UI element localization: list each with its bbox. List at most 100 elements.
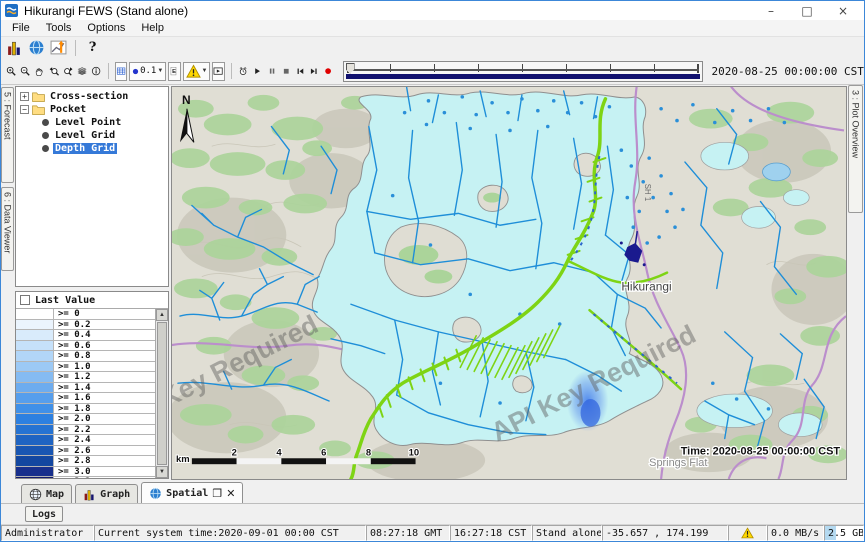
toolbar-separator: [231, 63, 232, 79]
grid-display-toggle[interactable]: [115, 62, 127, 81]
timer-button[interactable]: [237, 62, 249, 81]
layers-button[interactable]: [76, 62, 88, 81]
folder-icon: [32, 104, 45, 115]
status-gmt-time: 08:27:18 GMT: [366, 525, 450, 541]
legend-row: >= 0.6: [16, 341, 155, 352]
stop-button[interactable]: [280, 62, 292, 81]
left-shortcut-rail: 5 : Forecast 6 : Data Viewer: [1, 85, 14, 481]
road-label: SH 1: [643, 184, 652, 202]
legend-row: >= 0: [16, 309, 155, 320]
app-logo-icon: [5, 4, 18, 17]
zoom-next-button[interactable]: [62, 62, 74, 81]
pause-icon: [267, 66, 277, 76]
spatial-display-button[interactable]: [27, 38, 46, 57]
pan-button[interactable]: [33, 62, 45, 81]
timer-icon: [238, 66, 248, 76]
menu-help[interactable]: Help: [134, 21, 171, 35]
legend-row: >= 1.2: [16, 372, 155, 383]
legend-swatch: [16, 309, 54, 319]
tree-node-pocket[interactable]: − Pocket: [18, 103, 166, 116]
pause-button[interactable]: [266, 62, 278, 81]
minimize-button[interactable]: –: [764, 4, 778, 18]
bullet-icon: [42, 132, 49, 139]
record-button[interactable]: [322, 62, 334, 81]
zoom-out-button[interactable]: [19, 62, 31, 81]
expand-icon[interactable]: +: [20, 92, 29, 101]
undock-tab-icon[interactable]: ❐: [212, 487, 222, 500]
tab-forecast[interactable]: 5 : Forecast: [1, 87, 14, 183]
legend-scrollbar[interactable]: ▲ ▼: [155, 309, 168, 478]
legend-swatch: [16, 446, 54, 456]
svg-text:4: 4: [276, 446, 282, 457]
legend-swatch: [16, 372, 54, 382]
tree-node-depth-grid[interactable]: Depth Grid: [18, 142, 166, 155]
legend-row: >= 0.4: [16, 330, 155, 341]
slider-track[interactable]: [347, 69, 699, 71]
town-label: Hikurangi: [621, 279, 671, 293]
status-warning[interactable]: [728, 525, 767, 541]
map-canvas[interactable]: API Key Required API Key Required SH 1 H…: [171, 86, 847, 480]
scroll-thumb[interactable]: [157, 322, 167, 465]
close-button[interactable]: ×: [836, 4, 850, 18]
timeseries-display-button[interactable]: [49, 38, 68, 57]
status-local-time: 16:27:18 CST: [450, 525, 532, 541]
play-button[interactable]: [251, 62, 263, 81]
legend-row: >= 0.2: [16, 320, 155, 331]
menubar: File Tools Options Help: [1, 20, 864, 37]
folder-icon: [32, 91, 45, 102]
tab-plot-overview[interactable]: 3 : Plot Overview: [848, 85, 863, 213]
filters-tree: + Cross-section − Pocket Level Point Lev…: [15, 86, 169, 287]
legend-table: >= 0 >= 0.2 >= 0.4 >= 0.6 >= 0.8 >= 1.0 …: [16, 309, 155, 478]
menu-tools[interactable]: Tools: [39, 21, 79, 35]
legend-row: >= 2.0: [16, 414, 155, 425]
info-button[interactable]: [90, 62, 102, 81]
menu-file[interactable]: File: [5, 21, 37, 35]
maximize-button[interactable]: □: [800, 4, 814, 18]
skip-to-start-button[interactable]: [294, 62, 306, 81]
help-button[interactable]: ?: [83, 38, 102, 57]
legend-row: >= 2.4: [16, 435, 155, 446]
status-network: 0.0 MB/s: [767, 525, 824, 541]
legend-row: >= 2.6: [16, 446, 155, 457]
menu-options[interactable]: Options: [80, 21, 132, 35]
bar-chart-icon: [83, 488, 96, 501]
status-memory[interactable]: 2.5 GB: [824, 525, 864, 541]
tab-graph[interactable]: Graph: [75, 484, 138, 503]
labels-toggle[interactable]: E: [168, 62, 180, 81]
tab-map[interactable]: Map: [21, 484, 72, 503]
animation-button[interactable]: [212, 62, 224, 81]
tree-node-level-grid[interactable]: Level Grid: [18, 129, 166, 142]
tab-logs[interactable]: Logs: [25, 506, 63, 522]
tab-spatial[interactable]: Spatial ❐ ✕: [141, 482, 243, 503]
legend-row: >= 1.8: [16, 404, 155, 415]
time-slider[interactable]: [343, 61, 703, 82]
collapse-icon[interactable]: −: [20, 105, 29, 114]
legend-swatch: [16, 330, 54, 340]
svg-text:6: 6: [321, 446, 326, 457]
svg-text:N: N: [182, 93, 191, 107]
legend-row: >= 0.8: [16, 351, 155, 362]
zoom-in-button[interactable]: [5, 62, 17, 81]
last-value-checkbox[interactable]: [20, 295, 30, 305]
svg-text:8: 8: [366, 446, 371, 457]
zoom-previous-button[interactable]: [48, 62, 60, 81]
scroll-down-icon[interactable]: ▼: [156, 466, 168, 478]
database-display-button[interactable]: [5, 38, 24, 57]
scroll-up-icon[interactable]: ▲: [156, 309, 168, 321]
legend-swatch: [16, 404, 54, 414]
map-time-label: Time: 2020-08-25 00:00:00 CST: [681, 445, 841, 457]
skip-to-end-button[interactable]: [308, 62, 320, 81]
thresholds-dropdown[interactable]: ▼: [183, 62, 211, 81]
tree-node-cross-section[interactable]: + Cross-section: [18, 90, 166, 103]
label-e-icon: E: [169, 66, 179, 76]
zoom-previous-icon: [49, 66, 59, 76]
display-tabbar: Map Graph Spatial ❐ ✕: [1, 481, 864, 504]
grid-icon: [116, 66, 126, 76]
legend-panel: Last Value >= 0 >= 0.2 >= 0.4 >= 0.6 >= …: [15, 291, 169, 479]
tree-node-level-point[interactable]: Level Point: [18, 116, 166, 129]
status-system-time: Current system time:2020-09-01 00:00 CST: [94, 525, 366, 541]
contour-interval-dropdown[interactable]: 0.1 ▼: [129, 62, 166, 81]
close-tab-icon[interactable]: ✕: [226, 487, 235, 500]
zoom-in-icon: [6, 66, 16, 76]
tab-data-viewer[interactable]: 6 : Data Viewer: [1, 187, 14, 271]
